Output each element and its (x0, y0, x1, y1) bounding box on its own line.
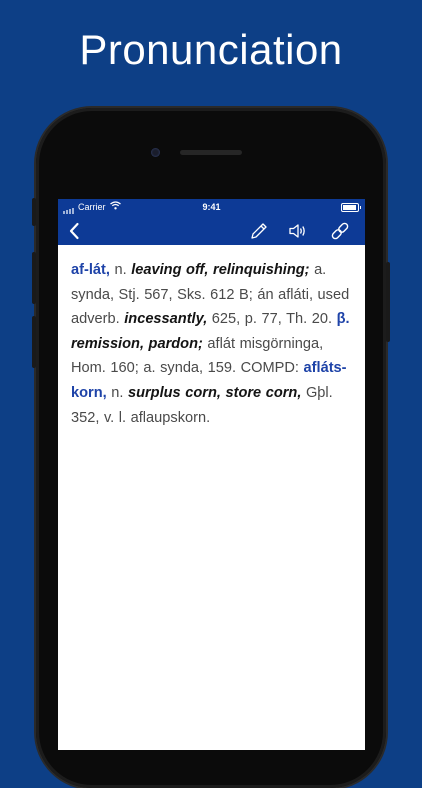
navigation-bar: Carrier 9:41 (58, 199, 365, 245)
dictionary-entry: af-lát, n. leaving off, relinquishing; a… (71, 258, 357, 430)
earpiece-speaker (180, 150, 242, 155)
chevron-left-icon (69, 222, 79, 240)
status-bar: Carrier 9:41 (58, 199, 365, 215)
entry-text: 625, p. 77, Th. 20. (207, 311, 337, 328)
entry-definition: surplus corn, store corn, (127, 384, 302, 401)
battery-icon (341, 203, 361, 212)
entry-text: n. (109, 262, 132, 278)
link-button[interactable] (329, 220, 351, 242)
edit-button[interactable] (248, 220, 270, 242)
status-time: 9:41 (202, 202, 221, 212)
entry-definition: incessantly, (124, 311, 208, 328)
front-camera (151, 148, 160, 157)
power-button (386, 262, 390, 342)
promo-title: Pronunciation (79, 26, 343, 73)
entry-headword: af-lát, (71, 262, 110, 278)
back-button[interactable] (64, 220, 86, 242)
volume-up-button (32, 252, 36, 304)
entry-text: n. (106, 384, 128, 401)
mute-switch (32, 198, 36, 226)
pronunciation-button[interactable] (287, 220, 309, 242)
pencil-icon (251, 223, 267, 239)
entry-definition: leaving off, relinquishing; (131, 262, 310, 278)
volume-down-button (32, 316, 36, 368)
app-screen: Carrier 9:41 af-lát, n. leaving off, rel… (58, 199, 365, 750)
entry-definition: remission, pardon; (71, 335, 203, 352)
entry-sense-marker: β. (336, 311, 350, 328)
link-icon (331, 222, 349, 240)
speaker-icon (289, 224, 305, 238)
